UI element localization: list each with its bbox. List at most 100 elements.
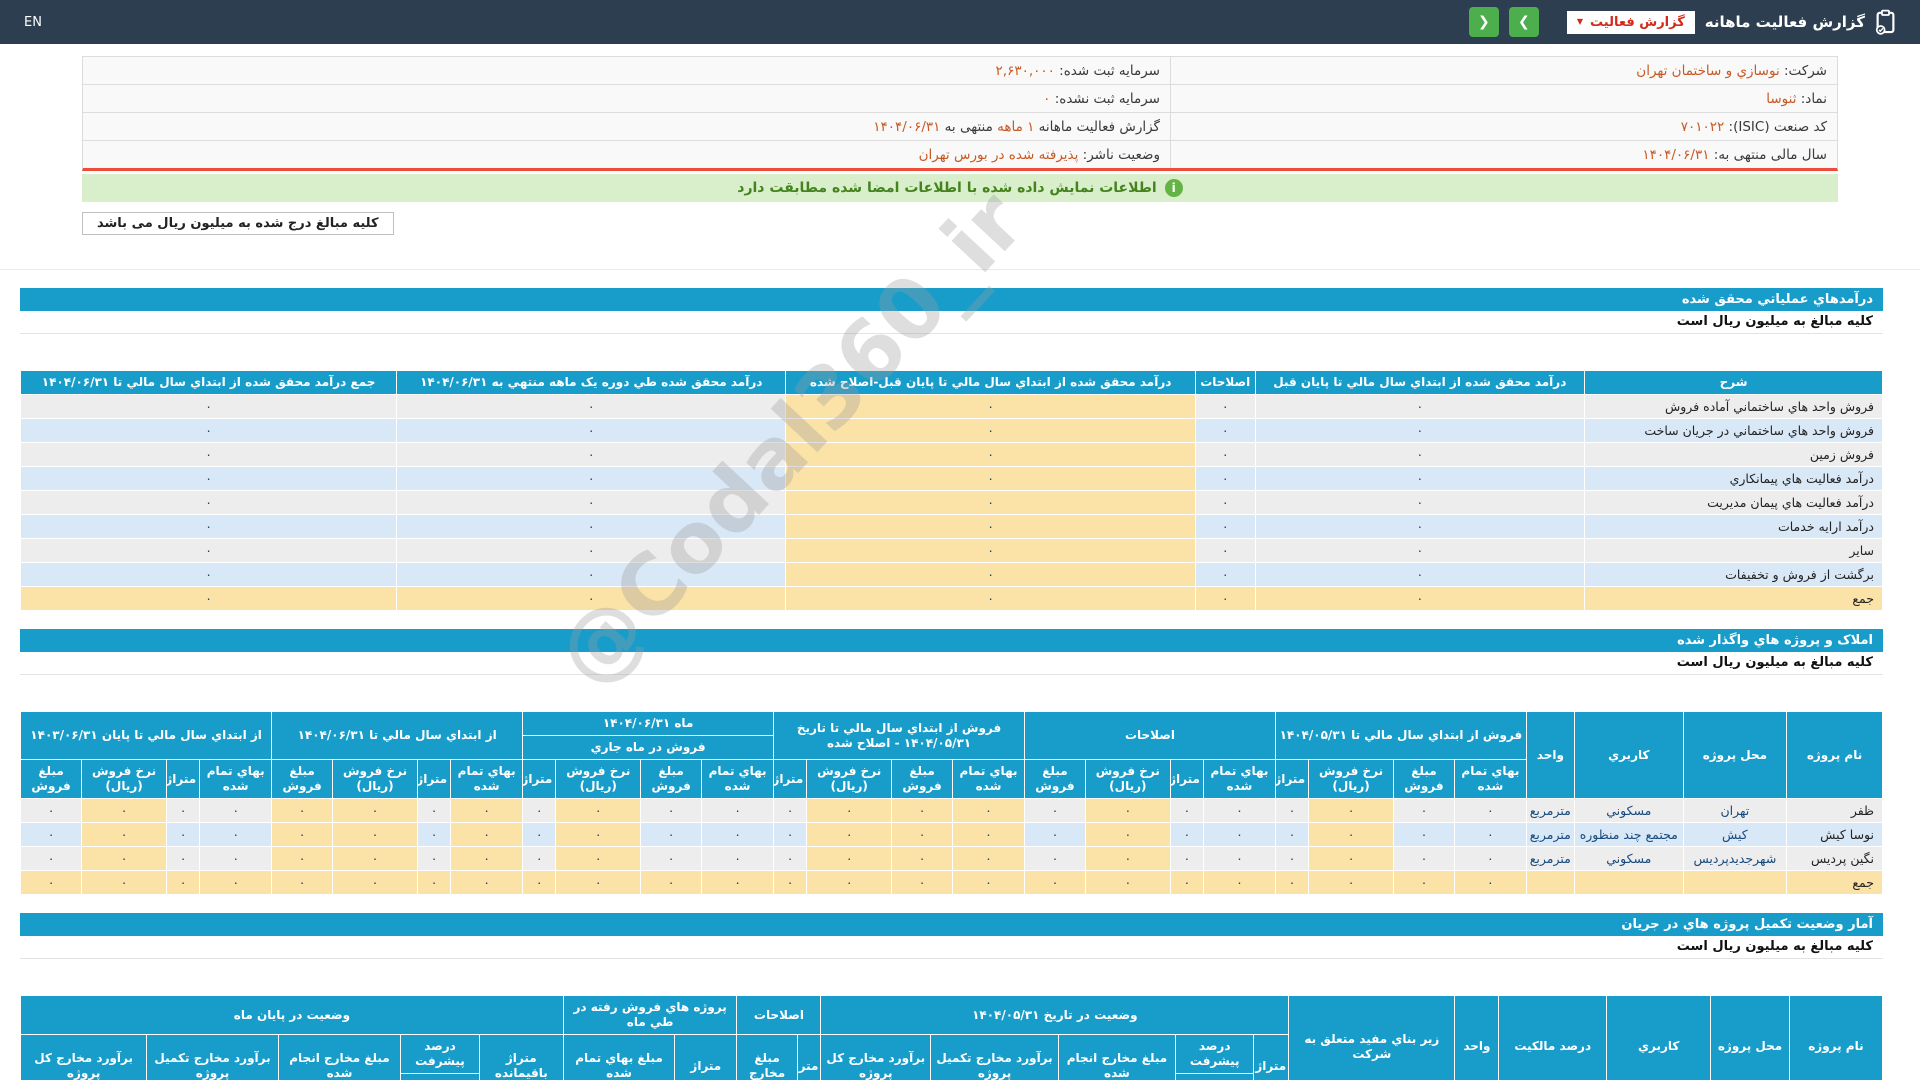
company-info-row: شرکت: نوسازي و ساختمان تهران سرمایه ثبت ش… <box>83 57 1837 85</box>
header-cell: متراژ <box>773 759 808 799</box>
data-cell: ۰ <box>1084 822 1171 847</box>
data-cell: ۰ <box>1202 822 1276 847</box>
header-cell: نام پروژه <box>1788 995 1884 1080</box>
data-cell: ۰ <box>1024 798 1086 823</box>
data-cell: ۰ <box>1393 798 1455 823</box>
data-cell: ۰ <box>1254 514 1586 539</box>
header-cell: واحد <box>1525 711 1575 799</box>
info-label: نماد: <box>1796 90 1827 107</box>
data-cell: ۰ <box>1169 798 1204 823</box>
chevron-left-icon: ❮ <box>1478 14 1490 30</box>
language-toggle-en[interactable]: EN <box>24 15 42 30</box>
data-cell: ۰ <box>1084 846 1171 871</box>
header-cell: شرح <box>1584 370 1883 395</box>
section-unit-note: کلیه مبالغ به میلیون ریال است <box>20 652 1883 675</box>
data-cell: ۰ <box>81 822 168 847</box>
data-cell: ۰ <box>19 822 83 847</box>
data-cell: ۰ <box>1194 538 1256 563</box>
data-cell: ۰ <box>701 846 775 871</box>
header-cell: متراژ <box>674 1034 738 1080</box>
row-label-cell: جمع <box>1584 586 1883 611</box>
data-cell: ۰ <box>1194 466 1256 491</box>
data-cell <box>1573 870 1684 895</box>
data-cell: ۰ <box>1453 870 1527 895</box>
company-info-cell: گزارش فعالیت ماهانه ۱ ماهه منتهی به ۱۴۰۴… <box>83 112 1171 141</box>
section-unit-note: کلیه مبالغ به میلیون ریال است <box>20 936 1883 959</box>
row-label-cell: سایر <box>1584 538 1883 563</box>
header-cell: درآمد محقق شده از ابتداي سال مالي تا پاي… <box>785 370 1196 395</box>
data-cell: ۰ <box>1308 870 1395 895</box>
section-title-bar: آمار وضعیت تکمیل پروژه هاي در جریان <box>20 913 1883 936</box>
header-cell: نرخ فروش (ریال) <box>1308 759 1395 799</box>
data-cell: ۰ <box>1274 846 1310 871</box>
data-cell: ۰ <box>773 846 808 871</box>
section-transferred-projects: املاک و پروژه هاي واگذار شده کلیه مبالغ … <box>19 629 1883 895</box>
data-cell: ۰ <box>785 562 1196 587</box>
data-cell: ۰ <box>396 490 787 515</box>
header-cell: متراژ <box>522 759 557 799</box>
header-cell: درصد پیشرفت <box>400 1034 480 1074</box>
data-cell: ۰ <box>1254 442 1586 467</box>
header-cell: مبلغ فروش <box>271 759 334 799</box>
data-cell: ۰ <box>1308 798 1395 823</box>
prev-month-button[interactable]: ❮ <box>1468 7 1499 37</box>
data-cell: ۰ <box>1194 514 1256 539</box>
header-cell: متراژ <box>416 759 452 799</box>
amounts-note: کلیه مبالغ درج شده به میلیون ریال می باش… <box>82 212 394 235</box>
company-info-cell: کد صنعت (ISIC): ۷۰۱۰۲۲ <box>1169 112 1837 141</box>
data-cell: ۰ <box>555 846 642 871</box>
company-info-panel: شرکت: نوسازي و ساختمان تهران سرمایه ثبت ش… <box>82 56 1838 171</box>
header-cell: برآورد مخارج تکمیل پروژه <box>146 1034 279 1080</box>
data-cell: ۰ <box>271 846 334 871</box>
header-cell: نرخ فروش (ریال) <box>81 759 168 799</box>
info-value: ۷۰۱۰۲۲ <box>1680 118 1725 135</box>
header-cell: فروش در ماه جاري <box>522 735 775 760</box>
header-cell: اصلاحات <box>1024 711 1276 760</box>
data-cell: ۰ <box>1194 418 1256 443</box>
data-cell: ۰ <box>19 514 398 539</box>
data-cell: ۰ <box>555 822 642 847</box>
data-cell: ۰ <box>19 394 398 419</box>
data-cell: ۰ <box>396 514 787 539</box>
header-cell: مبلغ فروش <box>891 759 954 799</box>
data-cell: ۰ <box>1169 846 1204 871</box>
section-projects-completion: آمار وضعیت تکمیل پروژه هاي در جریان کلیه… <box>19 913 1884 1080</box>
data-cell: ۰ <box>450 870 524 895</box>
data-cell: ۰ <box>1393 822 1455 847</box>
info-label: وضعیت ناشر: <box>1078 146 1160 163</box>
info-value: ۱ ماهه <box>997 118 1035 135</box>
data-cell: ۰ <box>1254 562 1586 587</box>
header-cell: بهاي تمام شده <box>199 759 273 799</box>
header-cell: برآورد مخارج کل پروژه <box>19 1034 148 1080</box>
data-cell: ۰ <box>1194 586 1256 611</box>
row-label-cell: فروش زمین <box>1584 442 1883 467</box>
data-cell: ۰ <box>773 822 808 847</box>
header-cell: درصد مالکیت <box>1498 995 1608 1080</box>
header-cell: متراژ <box>1253 1034 1290 1080</box>
row-label-cell: درآمد فعالیت هاي پیمانکاري <box>1584 466 1883 491</box>
header-cell: زیر بناي مفید متعلق به شرکت <box>1288 995 1456 1080</box>
company-info-row: کد صنعت (ISIC): ۷۰۱۰۲۲ گزارش فعالیت ماهان… <box>83 112 1837 141</box>
next-month-button[interactable]: ❯ <box>1508 7 1539 37</box>
info-circle-icon: i <box>1164 179 1183 197</box>
clipboard-check-icon[interactable] <box>1875 9 1896 35</box>
header-cell: نرخ فروش (ریال) <box>555 759 642 799</box>
header-cell: بهاي تمام شده <box>1453 759 1527 799</box>
data-cell: مترمربع <box>1525 846 1575 871</box>
header-cell: درآمد محقق شده از ابتداي سال مالي تا پاي… <box>1254 370 1586 395</box>
data-cell: ۰ <box>332 798 418 823</box>
data-cell: ۰ <box>332 846 418 871</box>
data-cell: مترمربع <box>1525 822 1575 847</box>
data-cell: ۰ <box>1194 490 1256 515</box>
data-cell: ۰ <box>19 870 83 895</box>
data-cell: ۰ <box>785 586 1196 611</box>
data-cell: ۰ <box>81 798 168 823</box>
data-cell: ۰ <box>1254 490 1586 515</box>
data-cell: ۰ <box>396 586 787 611</box>
data-cell: ۰ <box>1024 822 1086 847</box>
data-cell: ۰ <box>416 822 452 847</box>
section-title-bar: درآمدهاي عملياتي محقق شده <box>20 288 1883 311</box>
table-row: فروش زمین ۰ ۰ ۰ ۰ ۰ <box>19 442 1883 467</box>
data-cell: ۰ <box>1254 586 1586 611</box>
report-type-dropdown[interactable]: گزارش فعالیت ▼ <box>1566 10 1695 34</box>
